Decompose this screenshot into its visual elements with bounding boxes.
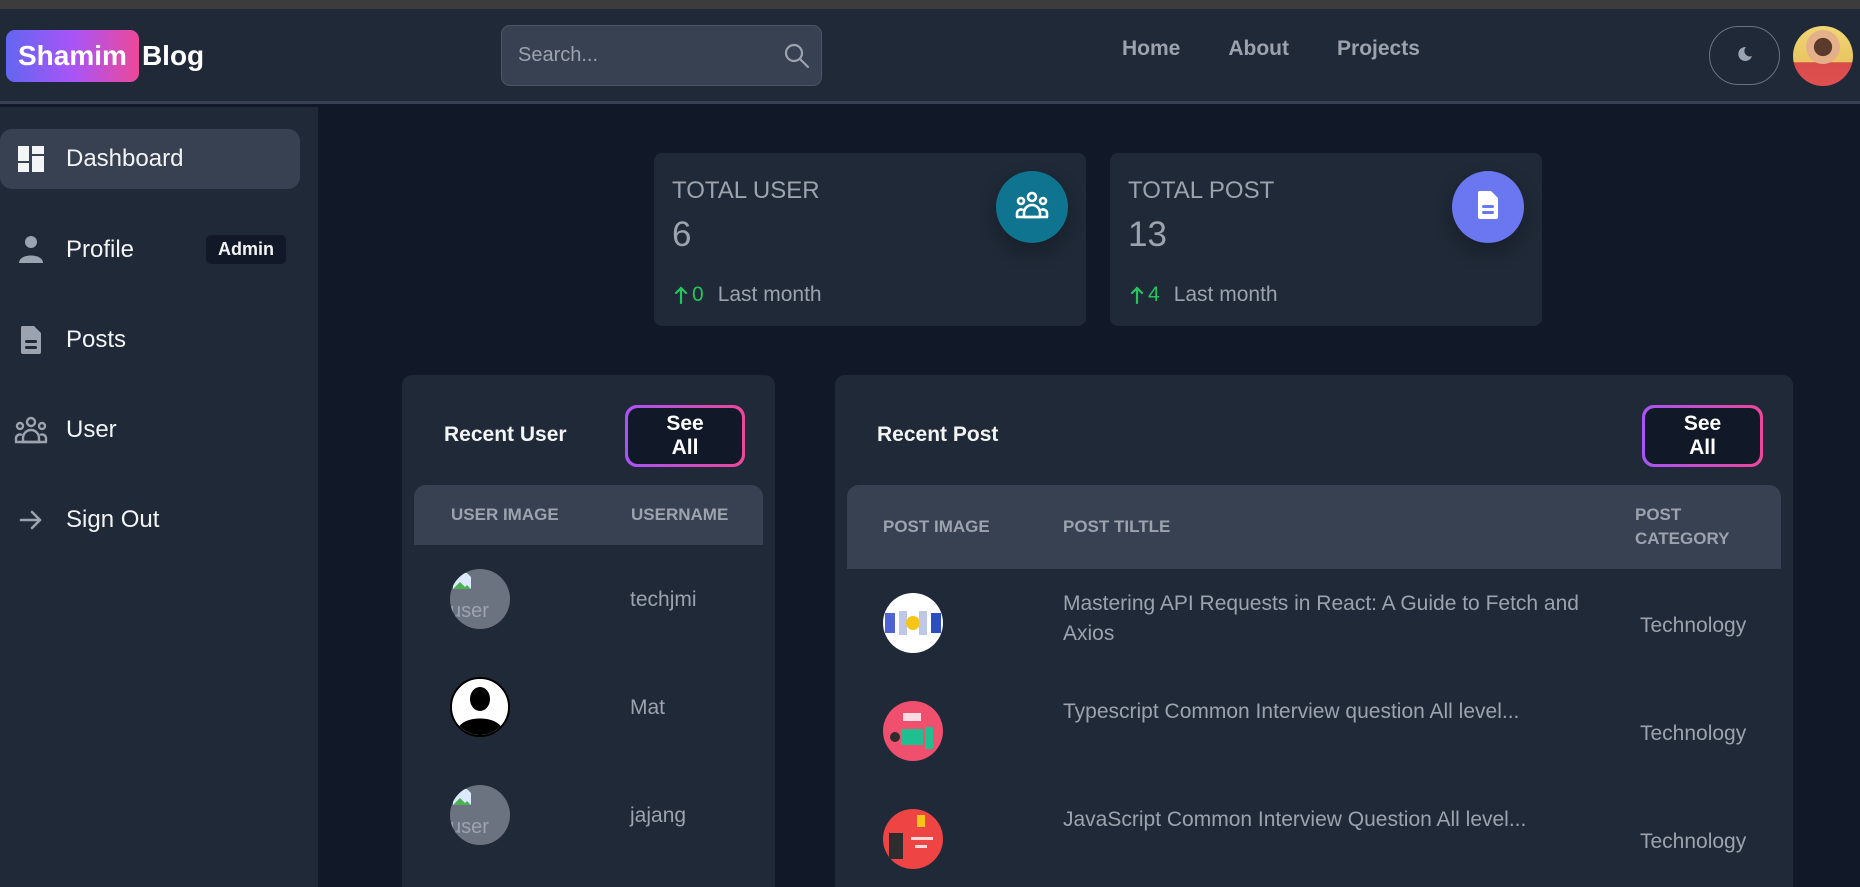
panel-title: Recent User — [444, 423, 567, 446]
sidebar-item-sign-out[interactable]: Sign Out — [0, 490, 300, 550]
stat-value: 13 — [1128, 215, 1167, 254]
stat-delta: 0 — [674, 283, 704, 307]
image-alt-text: user — [450, 816, 489, 838]
stat-footer: 0 Last month — [674, 283, 822, 307]
stat-title: TOTAL USER — [672, 177, 820, 204]
nav-link-about[interactable]: About — [1228, 37, 1289, 61]
stat-value: 6 — [672, 215, 692, 254]
stat-card-total-post: TOTAL POST 13 4 Last month — [1110, 153, 1542, 326]
username: techjmi — [630, 588, 697, 611]
user-image — [450, 677, 510, 737]
logo-text: Blog — [141, 40, 205, 71]
sidebar-item-label: User — [66, 416, 117, 443]
recent-posts-panel: Recent Post See All Post Image Post Tilt… — [835, 375, 1793, 887]
post-category: Technology — [1640, 830, 1747, 853]
sidebar-item-label: Dashboard — [66, 145, 184, 172]
column-header: Username — [631, 505, 729, 524]
sidebar-item-user[interactable]: User — [0, 400, 300, 460]
panel-title: Recent Post — [877, 423, 999, 446]
user-image: user — [450, 785, 510, 845]
stat-title: TOTAL POST — [1128, 177, 1275, 204]
post-thumbnail — [890, 713, 933, 749]
sidebar-item-label: Profile — [66, 236, 135, 263]
post-title[interactable]: JavaScript Common Interview Question All… — [1063, 805, 1526, 835]
post-image — [883, 809, 943, 869]
button-label: See All — [628, 408, 742, 464]
post-image — [883, 593, 943, 653]
logo-badge: Shamim — [6, 30, 139, 82]
table-header: Post Image Post Tiltle Post Category — [847, 485, 1781, 569]
post-title[interactable]: Mastering API Requests in React: A Guide… — [1063, 589, 1583, 649]
column-header: Post Category — [1635, 505, 1730, 548]
sidebar-item-label: Posts — [66, 326, 127, 353]
username: Mat — [630, 696, 666, 719]
logo[interactable]: Shamim Blog — [6, 30, 204, 82]
document-icon — [14, 323, 48, 357]
main-nav: Home About Projects — [1122, 37, 1420, 61]
users-group-icon — [14, 413, 48, 447]
user-image: user — [450, 569, 510, 629]
theme-toggle-button[interactable] — [1709, 26, 1780, 85]
column-header: Post Image — [883, 517, 990, 536]
stat-icon-circle — [996, 171, 1068, 243]
sidebar: Dashboard Profile Admin Posts User Sign … — [0, 107, 318, 887]
dashboard-icon — [14, 142, 48, 176]
post-thumbnail — [885, 611, 941, 635]
post-title[interactable]: Typescript Common Interview question All… — [1063, 697, 1519, 727]
document-icon — [1476, 190, 1500, 225]
user-icon — [14, 233, 48, 267]
table-header: User Image Username — [414, 485, 763, 545]
stat-delta: 4 — [1130, 283, 1160, 307]
broken-image-icon — [453, 789, 471, 805]
recent-users-panel: Recent User See All User Image Username … — [402, 375, 775, 887]
search-input[interactable] — [518, 44, 783, 67]
user-avatar[interactable] — [1793, 26, 1853, 86]
stat-period: Last month — [1173, 283, 1278, 306]
moon-icon — [1736, 45, 1754, 66]
browser-top-strip — [0, 0, 1860, 9]
nav-link-home[interactable]: Home — [1122, 37, 1180, 61]
see-all-users-button[interactable]: See All — [625, 405, 745, 467]
stat-period: Last month — [717, 283, 822, 306]
username: jajang — [630, 804, 687, 827]
sidebar-item-label: Sign Out — [66, 506, 160, 533]
post-image — [883, 701, 943, 761]
sidebar-item-posts[interactable]: Posts — [0, 310, 300, 370]
admin-badge: Admin — [206, 235, 286, 264]
search-icon[interactable] — [783, 42, 811, 70]
sidebar-item-dashboard[interactable]: Dashboard — [0, 129, 300, 189]
search-box — [501, 25, 822, 86]
arrow-up-icon — [1130, 286, 1144, 305]
see-all-posts-button[interactable]: See All — [1642, 405, 1763, 467]
stat-card-total-user: TOTAL USER 6 0 Last month — [654, 153, 1086, 326]
image-alt-text: user — [450, 600, 489, 622]
arrow-up-icon — [674, 286, 688, 305]
post-thumbnail — [889, 815, 933, 859]
button-label: See All — [1645, 408, 1760, 464]
column-header: User Image — [451, 505, 559, 524]
stat-footer: 4 Last month — [1130, 283, 1278, 307]
column-header: Post Tiltle — [1063, 517, 1171, 536]
stat-delta-value: 0 — [692, 283, 704, 306]
stat-delta-value: 4 — [1148, 283, 1160, 306]
post-category: Technology — [1640, 614, 1747, 637]
broken-image-icon — [453, 573, 471, 589]
arrow-right-icon — [14, 503, 48, 537]
users-group-icon — [1015, 191, 1049, 224]
sidebar-item-profile[interactable]: Profile Admin — [0, 220, 300, 280]
navbar: Shamim Blog Home About Projects — [0, 9, 1860, 104]
nav-link-projects[interactable]: Projects — [1337, 37, 1420, 61]
post-category: Technology — [1640, 722, 1747, 745]
user-silhouette-icon — [452, 679, 508, 735]
stat-icon-circle — [1452, 171, 1524, 243]
